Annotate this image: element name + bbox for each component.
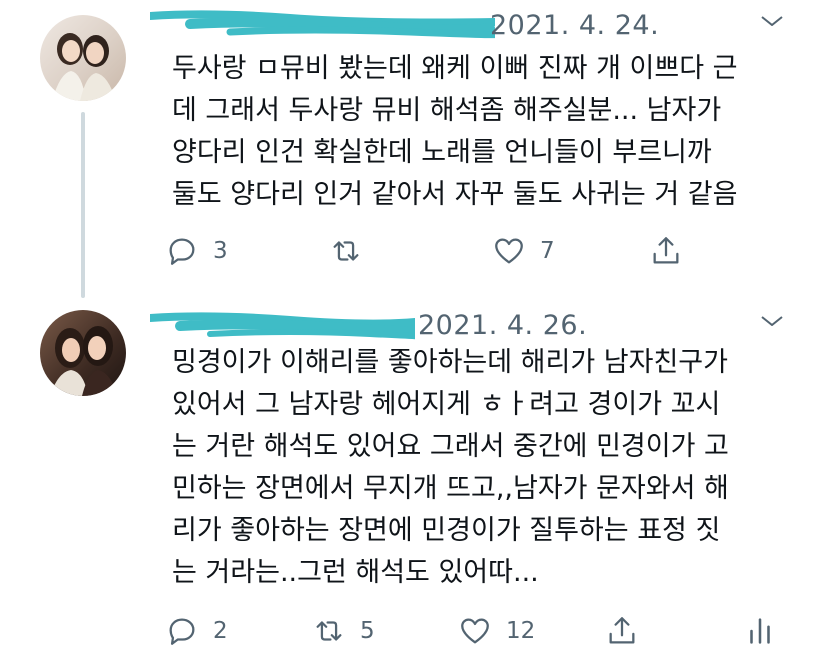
tweet-actions: 3 7 — [165, 231, 785, 271]
heart-icon — [495, 238, 523, 264]
retweet-count: 5 — [360, 618, 375, 644]
chevron-down-icon[interactable] — [760, 16, 784, 26]
tweet-actions: 2 5 12 — [165, 611, 785, 651]
share-button[interactable] — [605, 611, 639, 651]
tweet-date[interactable]: 2021. 4. 24. — [490, 10, 659, 41]
share-icon — [653, 237, 679, 264]
retweet-button[interactable]: 5 — [312, 611, 375, 651]
analytics-icon — [750, 618, 770, 644]
reply-button[interactable]: 2 — [165, 611, 228, 651]
reply-icon — [169, 618, 195, 645]
share-icon — [609, 617, 635, 644]
redaction-scribble — [150, 312, 415, 340]
retweet-icon — [333, 241, 359, 261]
avatar-photo — [50, 326, 118, 396]
like-count: 7 — [540, 238, 555, 264]
avatar[interactable] — [40, 15, 126, 101]
reply-count: 2 — [213, 618, 228, 644]
tweet-date[interactable]: 2021. 4. 26. — [418, 310, 587, 341]
reply-count: 3 — [213, 238, 228, 264]
retweet-icon — [316, 621, 342, 641]
avatar[interactable] — [40, 310, 126, 396]
tweet-header: 2021. 4. 26. — [150, 306, 790, 346]
reply-button[interactable]: 3 — [165, 231, 228, 271]
redaction-scribble — [150, 10, 495, 39]
reply-icon — [169, 238, 195, 265]
like-count: 12 — [506, 618, 536, 644]
tweet-header: 2021. 4. 24. — [150, 6, 790, 46]
analytics-button[interactable] — [743, 611, 777, 651]
tweet[interactable]: 2021. 4. 26. 밍경이가 이해리를 좋아하는데 해리가 남자친구가 있… — [0, 296, 828, 657]
share-button[interactable] — [649, 231, 683, 271]
thread-connector-line — [81, 112, 85, 298]
tweet-text: 두사랑 ㅁ뮤비 봤는데 왜케 이뻐 진짜 개 이쁘다 근 데 그래서 두사랑 뮤… — [172, 53, 738, 210]
like-button[interactable]: 7 — [492, 231, 555, 271]
like-button[interactable]: 12 — [458, 611, 535, 651]
heart-icon — [461, 618, 489, 644]
retweet-button[interactable] — [329, 231, 377, 271]
avatar-photo — [52, 33, 116, 101]
chevron-down-icon[interactable] — [760, 316, 784, 326]
tweet[interactable]: 2021. 4. 24. 두사랑 ㅁ뮤비 봤는데 왜케 이뻐 진짜 개 이쁘다 … — [0, 0, 828, 298]
tweet-text: 밍경이가 이해리를 좋아하는데 해리가 남자친구가 있어서 그 남자랑 헤어지게… — [172, 347, 729, 588]
